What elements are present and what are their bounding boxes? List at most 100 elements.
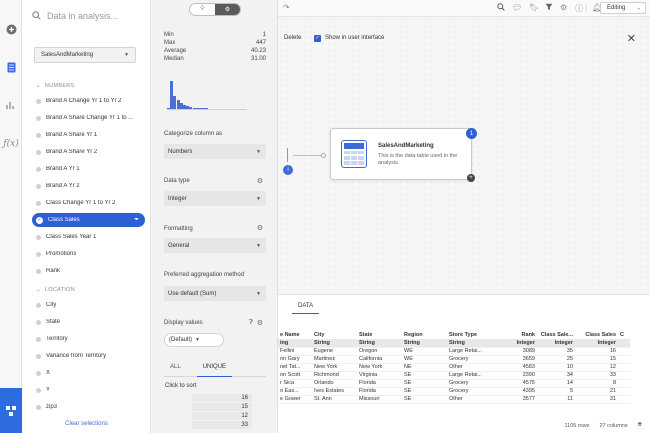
search-icon[interactable] <box>497 3 505 13</box>
field-item[interactable]: State <box>32 315 145 329</box>
add-step-icon[interactable]: + <box>467 174 475 182</box>
datatype-label: Data type <box>164 178 190 184</box>
categorize-value: Numbers <box>168 148 193 155</box>
field-item[interactable]: ✓ Class Sales ⏷ <box>32 213 145 227</box>
filter-icon[interactable]: ⏷ <box>134 217 139 224</box>
visualization-icon[interactable] <box>4 98 18 112</box>
stat-row: Median 31.00 <box>164 56 266 62</box>
view-toggle[interactable]: 💡︎ ⚙ <box>189 3 241 16</box>
data-preview-pane: DATA e Name City State Region Store Type Rank… <box>278 294 650 433</box>
chevron-down-icon: ▼ <box>124 52 129 58</box>
gear-icon[interactable]: ⚙ <box>560 3 567 12</box>
field-item[interactable]: Brand A Share Yr 2 <box>32 145 145 159</box>
column-header[interactable]: Class Sale... <box>537 331 575 339</box>
categorize-select[interactable]: Numbers ▼ <box>164 144 266 159</box>
field-item[interactable]: Brand A Yr 1 <box>32 162 145 176</box>
gear-icon[interactable]: ⚙ <box>257 319 263 327</box>
formatting-select[interactable]: General ▼ <box>164 238 266 253</box>
table-row: Fellini Eugene Oregon WE Large Retai... 3089 3… <box>278 347 630 356</box>
fields-panel: Data in analysis... SalesAndMarketing ▼ … <box>22 0 171 433</box>
field-item[interactable]: Class Sales Year 1 <box>32 230 145 244</box>
group-numbers[interactable]: ⌄ NUMBERS <box>36 83 75 89</box>
globe-icon[interactable]: 🌐︎ <box>638 422 642 429</box>
table-cell: 3089 <box>495 347 537 356</box>
datatype-select[interactable]: Integer ▼ <box>164 191 266 206</box>
column-header[interactable]: C <box>618 331 630 339</box>
table-cell: on Scott <box>278 371 312 380</box>
connector-dot[interactable] <box>321 153 326 158</box>
column-header[interactable]: Store Type <box>447 331 495 339</box>
field-label: Brand A Yr 1 <box>46 166 80 172</box>
clear-selections-link[interactable]: Clear selections <box>22 421 151 427</box>
data-canvas-icon[interactable] <box>0 388 22 433</box>
show-in-ui-checkbox[interactable]: ✓ Show in user interface <box>314 34 384 42</box>
data-table-select[interactable]: SalesAndMarketing ▼ <box>34 47 136 63</box>
field-item[interactable]: Y <box>32 383 145 397</box>
field-item[interactable]: zip3 <box>32 400 145 414</box>
unique-value[interactable]: 15 <box>192 403 252 411</box>
connector-tick <box>287 148 288 162</box>
comments-icon[interactable]: 💬︎ <box>512 3 522 12</box>
chevron-down-icon: ⌄ <box>36 287 41 293</box>
field-item[interactable]: Rank <box>32 264 145 278</box>
group-location[interactable]: ⌄ LOCATION <box>36 287 75 293</box>
search-field[interactable]: Data in analysis... <box>32 8 142 24</box>
filter-icon[interactable] <box>545 3 553 13</box>
gear-icon[interactable]: ⚙ <box>215 4 240 15</box>
add-icon[interactable] <box>4 22 18 36</box>
unique-value[interactable]: 33 <box>192 421 252 429</box>
table-cell: Richmond <box>312 371 357 380</box>
help-icon[interactable]: ❓︎ <box>249 319 253 327</box>
tab-unique[interactable]: UNIQUE <box>196 362 233 377</box>
table-cell <box>618 379 630 388</box>
tab-data[interactable]: DATA <box>292 303 320 314</box>
gear-icon[interactable]: ⚙ <box>257 177 263 185</box>
field-dot <box>36 336 41 342</box>
table-cell: 16 <box>575 347 618 356</box>
info-icon[interactable]: ⓘ <box>575 3 583 14</box>
field-item[interactable]: Brand A Share Change Yr 1 to ... <box>32 111 145 125</box>
data-table-node[interactable]: SalesAndMarketing This is the data table… <box>330 128 472 180</box>
delete-button[interactable]: Delete <box>284 35 301 41</box>
table-cell: New York <box>357 363 402 372</box>
aggregation-select[interactable]: Use default (Sum) ▼ <box>164 286 266 301</box>
field-item[interactable]: Brand A Yr 2 <box>32 179 145 193</box>
redo-icon[interactable]: ↷ <box>283 3 290 12</box>
table-cell <box>618 347 630 356</box>
bookmark-icon[interactable]: 🔖︎ <box>529 3 539 12</box>
field-label: zip3 <box>46 404 58 410</box>
column-header[interactable]: Region <box>402 331 447 339</box>
info-icon[interactable]: i <box>283 165 293 175</box>
table-row: nn Gary Martinez California WE Grocery 3659 25… <box>278 355 630 364</box>
column-header[interactable]: State <box>357 331 402 339</box>
column-header[interactable]: Class Sales <box>575 331 618 339</box>
column-header[interactable]: e Name <box>278 331 312 339</box>
node-connector <box>293 155 323 156</box>
lightbulb-icon[interactable]: 💡︎ <box>190 4 215 15</box>
type-cell: String <box>312 339 357 348</box>
unique-value[interactable]: 16 <box>192 394 252 402</box>
field-item[interactable]: Brand A Change Yr 1 to Yr 2 <box>32 94 145 108</box>
tab-all[interactable]: ALL <box>164 362 187 377</box>
display-values-select[interactable]: (Default) ▼ <box>164 333 224 347</box>
field-item[interactable]: X <box>32 366 145 380</box>
gear-icon[interactable]: ⚙ <box>257 224 263 232</box>
field-item[interactable]: Territory <box>32 332 145 346</box>
table-cell: Other <box>447 363 495 372</box>
field-item[interactable]: Variance from Territory <box>32 349 145 363</box>
function-icon[interactable]: ƒ(x) <box>3 137 18 151</box>
field-dot <box>36 387 41 393</box>
close-icon[interactable]: ✕ <box>627 32 636 45</box>
field-item[interactable]: City <box>32 298 145 312</box>
column-header[interactable]: City <box>312 331 357 339</box>
field-item[interactable]: Brand A Share Yr 1 <box>32 128 145 142</box>
unique-value[interactable]: 12 <box>192 412 252 420</box>
field-item[interactable]: Promotions <box>32 247 145 261</box>
mode-dropdown[interactable]: Editing ⌄ <box>600 2 646 14</box>
column-header[interactable]: Rank <box>495 331 537 339</box>
field-item[interactable]: Class Change Yr 1 to Yr 2 <box>32 196 145 210</box>
table-row: on Scott Richmond Virginia SE Large Retai...… <box>278 371 630 380</box>
field-dot <box>36 149 41 155</box>
data-panel-icon[interactable] <box>4 60 18 74</box>
table-cell: 35 <box>537 347 575 356</box>
